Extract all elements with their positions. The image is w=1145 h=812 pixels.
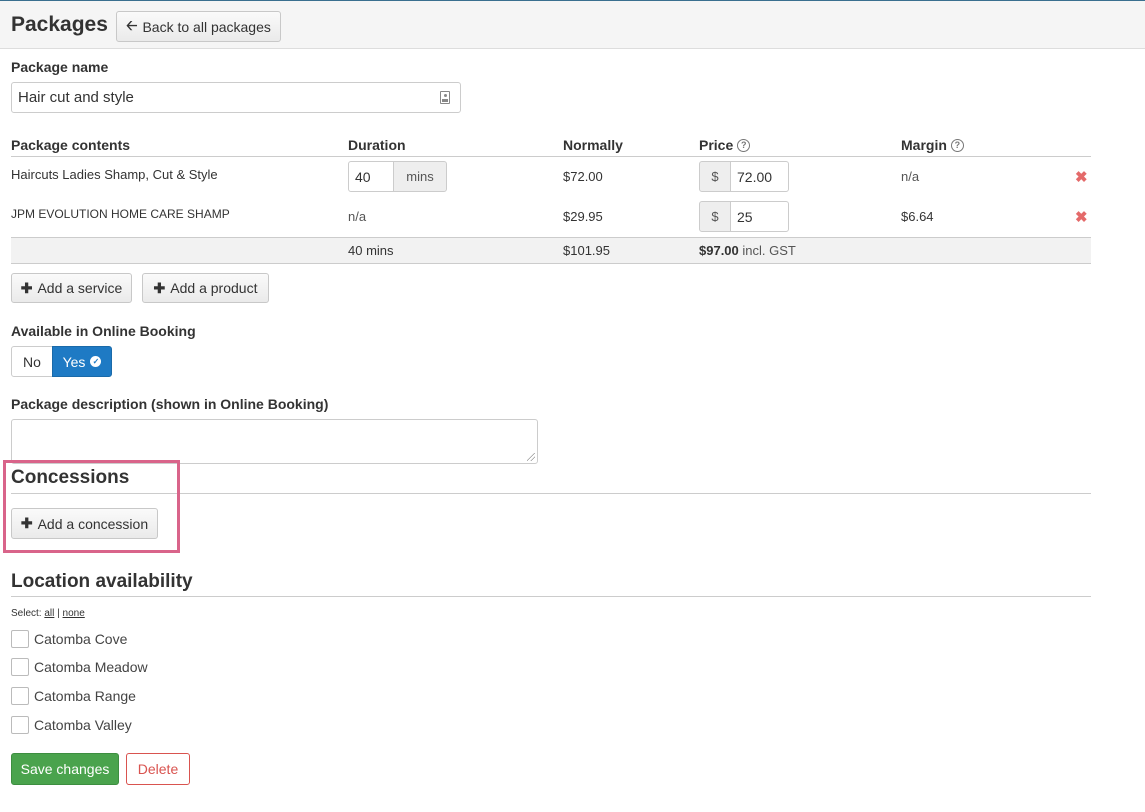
- row2-price-input[interactable]: 25: [730, 201, 789, 232]
- row1-margin: n/a: [901, 169, 920, 184]
- location-title: Location availability: [11, 571, 193, 592]
- location-label: Catomba Valley: [34, 717, 132, 733]
- row2-duration: n/a: [348, 209, 367, 224]
- online-booking-label: Available in Online Booking: [11, 323, 196, 339]
- row2-contents: JPM EVOLUTION HOME CARE SHAMP: [11, 207, 230, 221]
- row1-price-input[interactable]: 72.00: [730, 161, 789, 192]
- total-price: $97.00 incl. GST: [699, 243, 796, 258]
- add-product-button[interactable]: ✚ Add a product: [142, 273, 269, 303]
- total-normally: $101.95: [563, 243, 610, 258]
- arrow-left-icon: 🡠: [126, 16, 138, 33]
- location-checkbox[interactable]: [11, 658, 29, 676]
- total-price-suffix: incl. GST: [742, 243, 796, 258]
- location-item[interactable]: Catomba Valley: [11, 716, 132, 734]
- col-price: Price ?: [699, 137, 751, 153]
- plus-icon: ✚: [153, 279, 166, 296]
- table-header-divider: [11, 156, 1091, 157]
- description-label: Package description (shown in Online Boo…: [11, 396, 329, 412]
- package-name-input[interactable]: Hair cut and style: [11, 82, 461, 113]
- row2-remove-icon[interactable]: ✖: [1075, 208, 1088, 226]
- add-service-button[interactable]: ✚ Add a service: [11, 273, 132, 303]
- location-checkbox[interactable]: [11, 687, 29, 705]
- row1-remove-icon[interactable]: ✖: [1075, 168, 1088, 186]
- contact-card-icon: [440, 91, 450, 104]
- location-item[interactable]: Catomba Range: [11, 687, 136, 705]
- add-product-label: Add a product: [170, 280, 258, 296]
- description-textarea[interactable]: [11, 419, 538, 464]
- online-booking-no-button[interactable]: No: [11, 346, 53, 377]
- totals-row: [11, 237, 1091, 264]
- online-booking-yes-button[interactable]: Yes ✓: [52, 346, 112, 377]
- row1-currency: $: [699, 161, 731, 192]
- row2-margin: $6.64: [901, 209, 934, 224]
- location-divider: [11, 596, 1091, 597]
- concessions-highlight: [3, 460, 180, 553]
- plus-icon: ✚: [20, 279, 33, 296]
- select-line: Select: all | none: [11, 608, 85, 619]
- add-service-label: Add a service: [37, 280, 123, 296]
- back-to-packages-button[interactable]: 🡠 Back to all packages: [116, 11, 281, 42]
- location-item[interactable]: Catomba Meadow: [11, 658, 148, 676]
- total-price-value: $97.00: [699, 243, 739, 258]
- location-item[interactable]: Catomba Cove: [11, 630, 127, 648]
- price-help-icon[interactable]: ?: [737, 138, 751, 152]
- col-margin-label: Margin: [901, 137, 947, 153]
- col-price-label: Price: [699, 137, 734, 153]
- col-margin: Margin ?: [901, 137, 964, 153]
- save-changes-button[interactable]: Save changes: [11, 753, 119, 785]
- location-label: Catomba Cove: [34, 631, 128, 647]
- row1-duration-input[interactable]: 40: [348, 161, 394, 192]
- row2-normally: $29.95: [563, 209, 603, 224]
- check-circle-icon: ✓: [90, 356, 102, 367]
- resize-grip-icon[interactable]: [527, 453, 535, 461]
- col-duration: Duration: [348, 137, 406, 153]
- total-duration: 40 mins: [348, 243, 394, 258]
- row2-currency: $: [699, 201, 731, 232]
- delete-button[interactable]: Delete: [126, 753, 190, 785]
- location-checkbox[interactable]: [11, 630, 29, 648]
- select-separator: |: [57, 608, 60, 619]
- row1-normally: $72.00: [563, 169, 603, 184]
- online-booking-yes-label: Yes: [62, 353, 86, 370]
- margin-help-icon[interactable]: ?: [950, 138, 964, 152]
- col-normally: Normally: [563, 137, 623, 153]
- select-none-link[interactable]: none: [63, 608, 85, 619]
- back-button-label: Back to all packages: [142, 18, 271, 35]
- row1-duration-unit: mins: [393, 161, 447, 192]
- package-name-label: Package name: [11, 59, 109, 75]
- package-name-value: Hair cut and style: [18, 89, 134, 106]
- select-prefix: Select:: [11, 608, 42, 619]
- location-label: Catomba Range: [34, 688, 136, 704]
- col-package-contents: Package contents: [11, 137, 131, 153]
- location-label: Catomba Meadow: [34, 659, 148, 675]
- page-title: Packages: [11, 13, 108, 36]
- row1-contents: Haircuts Ladies Shamp, Cut & Style: [11, 167, 218, 182]
- select-all-link[interactable]: all: [44, 608, 54, 619]
- top-bar: Packages 🡠 Back to all packages: [0, 0, 1145, 49]
- location-checkbox[interactable]: [11, 716, 29, 734]
